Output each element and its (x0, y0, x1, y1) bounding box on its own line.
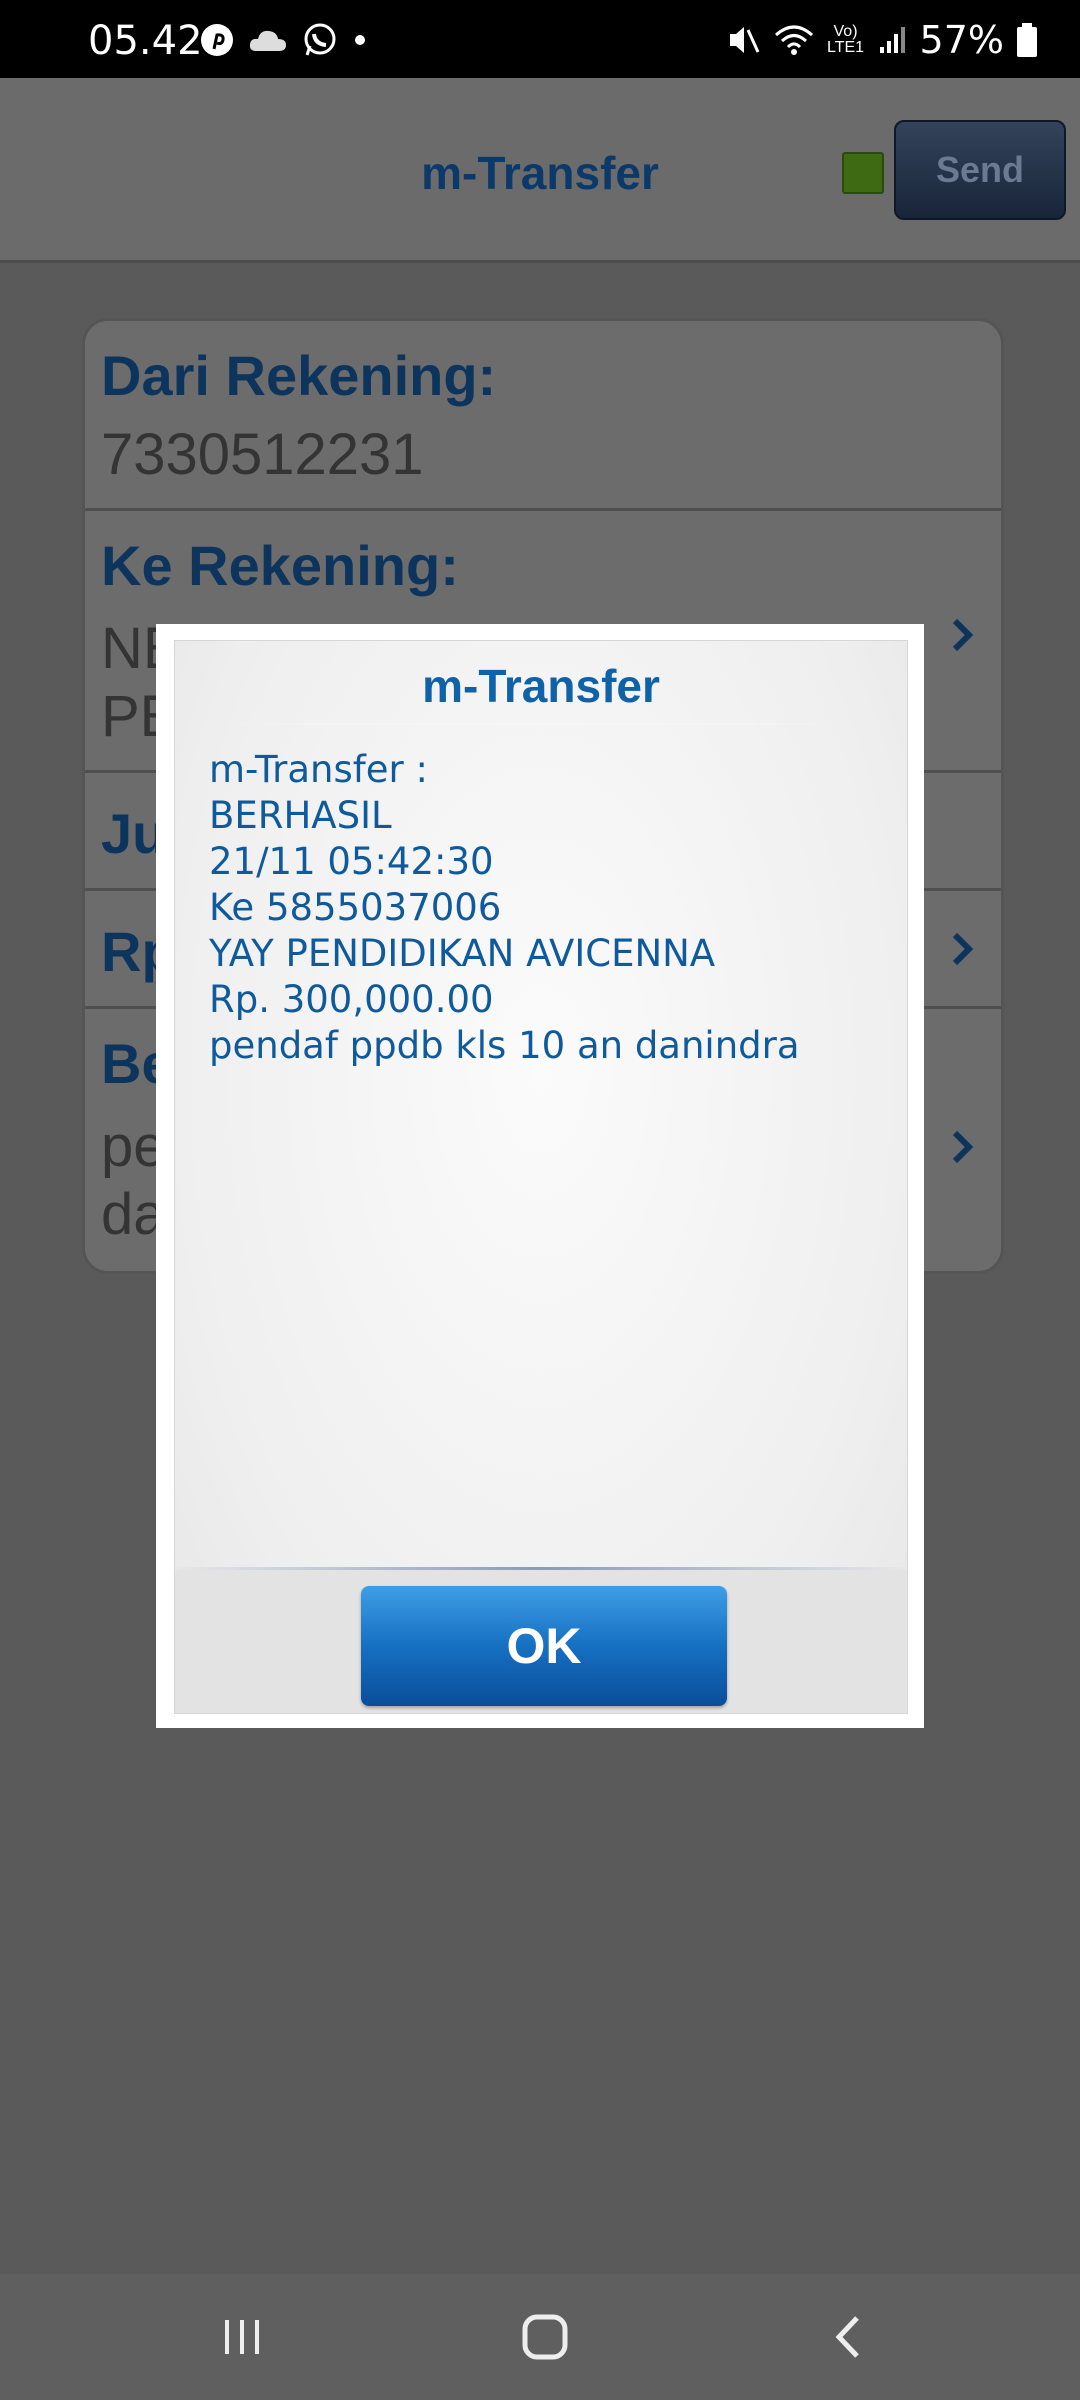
dialog-message: m-Transfer : BERHASIL 21/11 05:42:30 Ke … (209, 747, 800, 1069)
message-line: Ke 5855037006 (209, 886, 502, 929)
connection-status-indicator (842, 152, 884, 194)
recent-apps-button[interactable] (202, 2302, 282, 2372)
whatsapp-icon (304, 23, 336, 56)
battery-percent: 57% (919, 18, 1004, 62)
home-icon (522, 2314, 568, 2360)
dialog-title: m-Transfer (422, 660, 660, 712)
app-header: m-Transfer Send (0, 78, 1080, 263)
status-bar: 05.42 Vo) LTE1 57% (0, 0, 1080, 78)
from-account-row[interactable]: Dari Rekening: 7330512231 (85, 321, 1001, 511)
home-button[interactable] (505, 2302, 585, 2372)
message-line: Rp. 300,000.00 (209, 978, 494, 1021)
message-line: 21/11 05:42:30 (209, 840, 494, 883)
mute-icon (729, 27, 759, 53)
recent-apps-icon (225, 2320, 259, 2354)
status-icons-right: Vo) LTE1 57% (726, 18, 1038, 62)
dialog-footer: OK (175, 1570, 907, 1713)
ok-button[interactable]: OK (361, 1586, 727, 1706)
chevron-right-icon (952, 932, 974, 966)
dialog-title-divider (215, 723, 867, 725)
message-line: BERHASIL (209, 794, 392, 837)
send-button[interactable]: Send (894, 120, 1066, 220)
back-button[interactable] (808, 2302, 888, 2372)
message-line: YAY PENDIDIKAN AVICENNA (209, 932, 716, 975)
chevron-right-icon (952, 618, 974, 652)
from-account-value: 7330512231 (101, 422, 424, 487)
back-icon (835, 2316, 859, 2358)
signal-icon (879, 27, 905, 53)
volte-icon: Vo) LTE1 (827, 23, 865, 56)
dialog-panel: m-Transfer m-Transfer : BERHASIL 21/11 0… (174, 640, 908, 1714)
navigation-bar (0, 2274, 1080, 2400)
status-icons-left (200, 22, 368, 58)
status-time: 05.42 (88, 18, 203, 64)
battery-icon (1017, 23, 1037, 57)
pinterest-icon (201, 24, 233, 56)
from-account-label: Dari Rekening: (101, 344, 497, 407)
dot-icon (355, 35, 365, 45)
result-dialog: m-Transfer m-Transfer : BERHASIL 21/11 0… (156, 624, 924, 1728)
message-line: m-Transfer : (209, 748, 429, 791)
wifi-icon (774, 25, 813, 55)
to-account-label: Ke Rekening: (101, 534, 459, 597)
message-line: pendaf ppdb kls 10 an danindra (209, 1024, 800, 1067)
chevron-right-icon (952, 1130, 974, 1164)
cloud-icon (249, 30, 286, 51)
